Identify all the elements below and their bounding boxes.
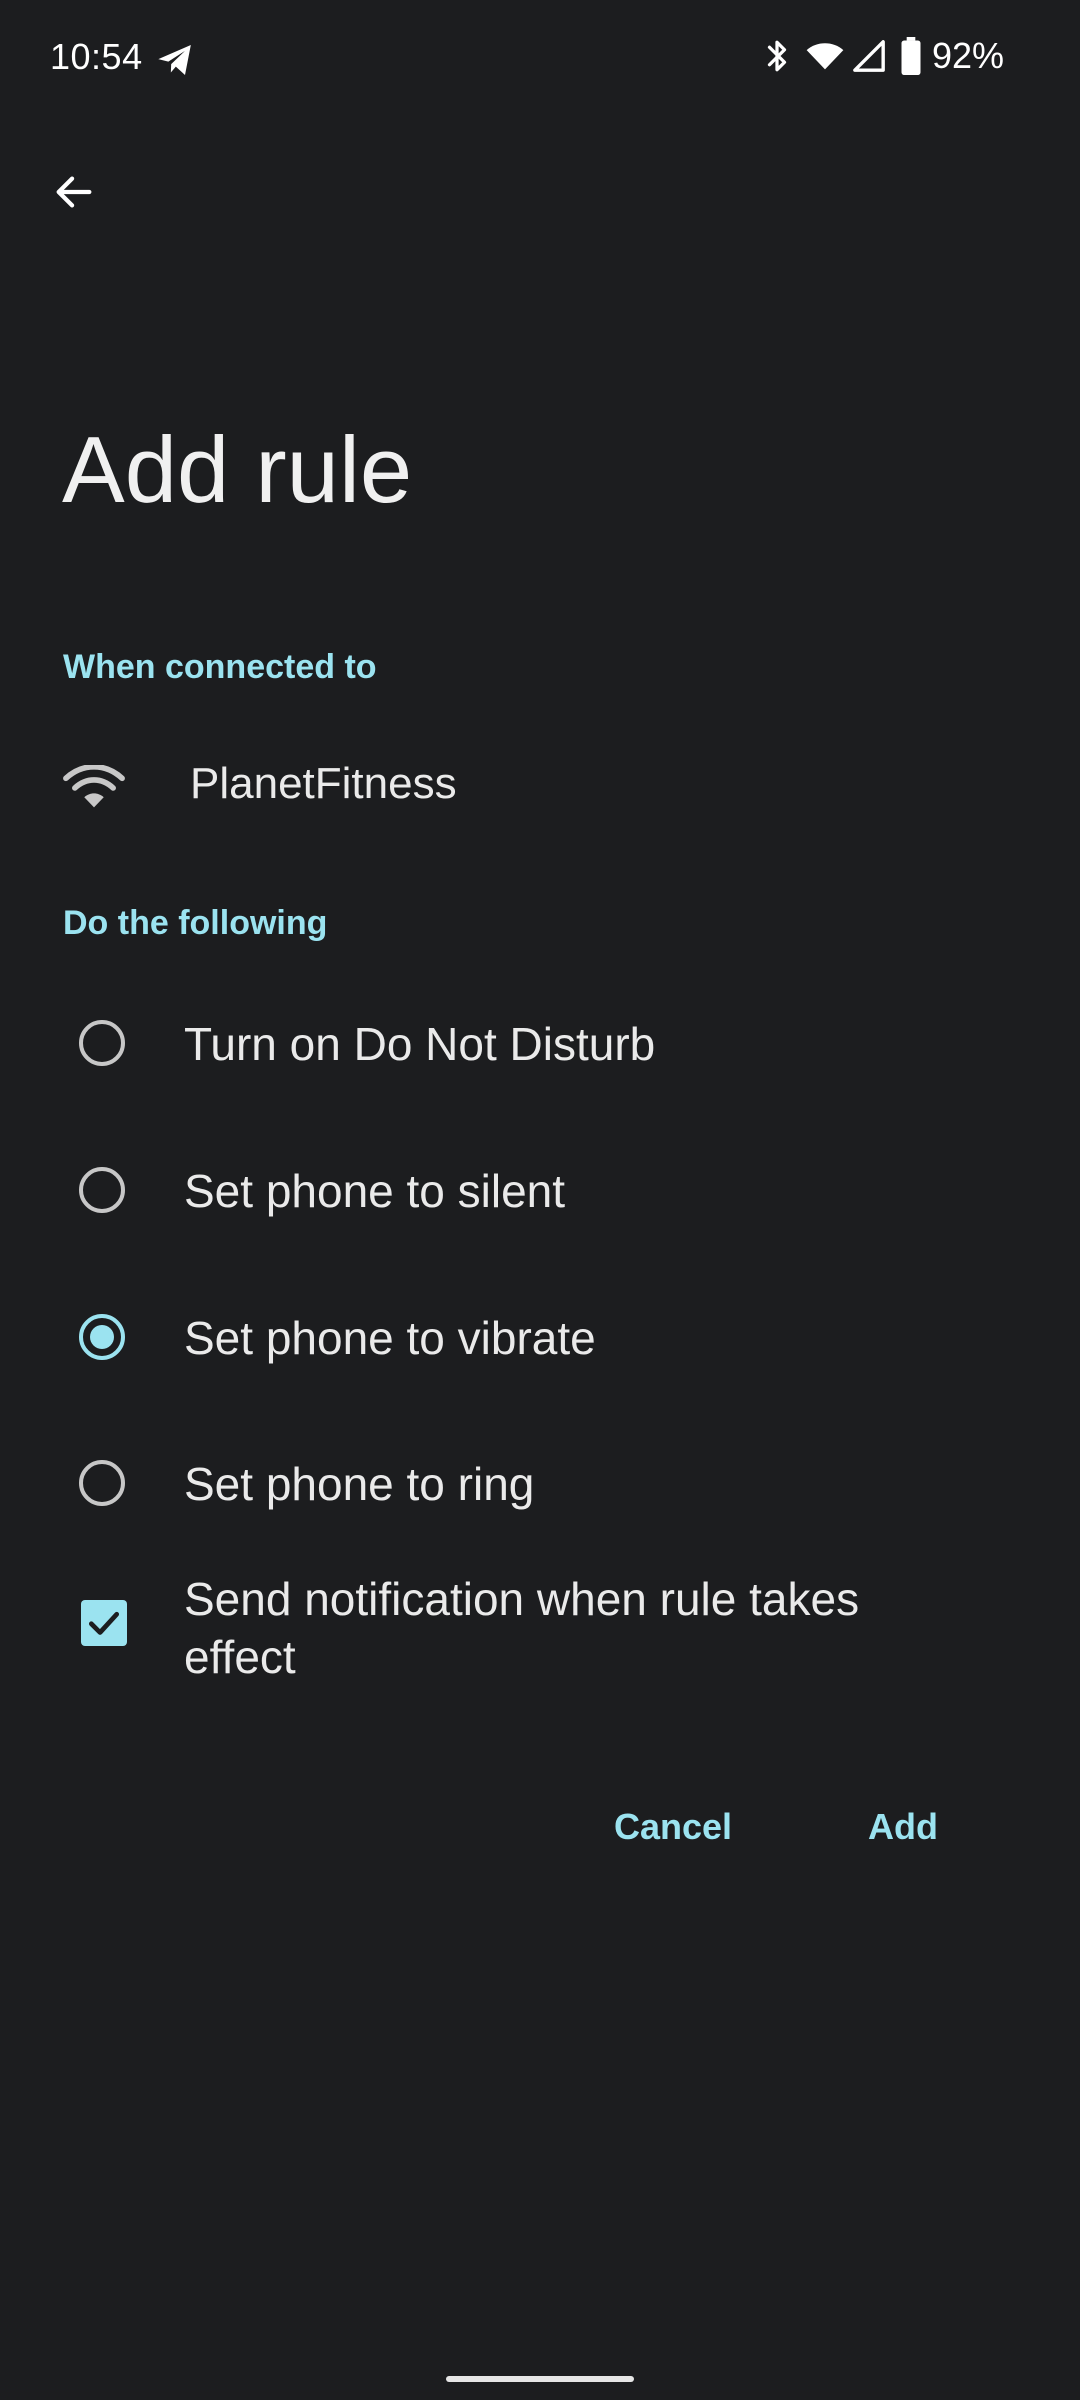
option-vibrate[interactable]: Set phone to vibrate	[0, 1267, 1080, 1397]
option-do-not-disturb[interactable]: Turn on Do Not Disturb	[0, 973, 1080, 1103]
cancel-button[interactable]: Cancel	[604, 1800, 742, 1854]
battery-percent: 92%	[931, 35, 1004, 76]
status-time: 10:54	[50, 36, 143, 77]
notification-checkbox[interactable]	[81, 1600, 127, 1646]
network-name: PlanetFitness	[190, 759, 457, 808]
option-label: Set phone to vibrate	[184, 1312, 596, 1364]
radio-button[interactable]	[79, 1020, 125, 1066]
option-label: Set phone to silent	[184, 1165, 566, 1217]
radio-button[interactable]	[79, 1167, 125, 1213]
cell-signal-icon	[852, 38, 886, 74]
option-label: Turn on Do Not Disturb	[184, 1018, 656, 1070]
option-ring[interactable]: Set phone to ring	[0, 1413, 1080, 1543]
section-header-actions: Do the following	[63, 904, 328, 942]
status-icons: 92%	[762, 34, 1004, 78]
option-label: Set phone to ring	[184, 1458, 535, 1510]
telegram-icon	[155, 40, 195, 80]
page-title: Add rule	[62, 417, 413, 522]
home-indicator[interactable]	[446, 2376, 634, 2382]
status-bar: 10:54 92%	[0, 0, 1080, 120]
battery-icon	[900, 37, 922, 75]
checkmark-icon	[88, 1611, 120, 1635]
notification-checkbox-row[interactable]: Send notification when rule takes effect	[0, 1560, 1080, 1690]
checkbox-label: Send notification when rule takes effect	[184, 1573, 860, 1683]
add-button[interactable]: Add	[858, 1800, 948, 1854]
section-header-connected: When connected to	[63, 648, 377, 686]
arrow-back-icon	[56, 176, 92, 208]
wifi-icon	[63, 764, 125, 816]
option-silent[interactable]: Set phone to silent	[0, 1120, 1080, 1250]
radio-button-selected[interactable]	[79, 1314, 125, 1360]
bluetooth-icon	[762, 36, 792, 76]
radio-button[interactable]	[79, 1460, 125, 1506]
wifi-signal-icon	[804, 36, 846, 76]
back-button[interactable]	[32, 150, 116, 234]
connected-network-row: PlanetFitness	[0, 735, 1080, 835]
